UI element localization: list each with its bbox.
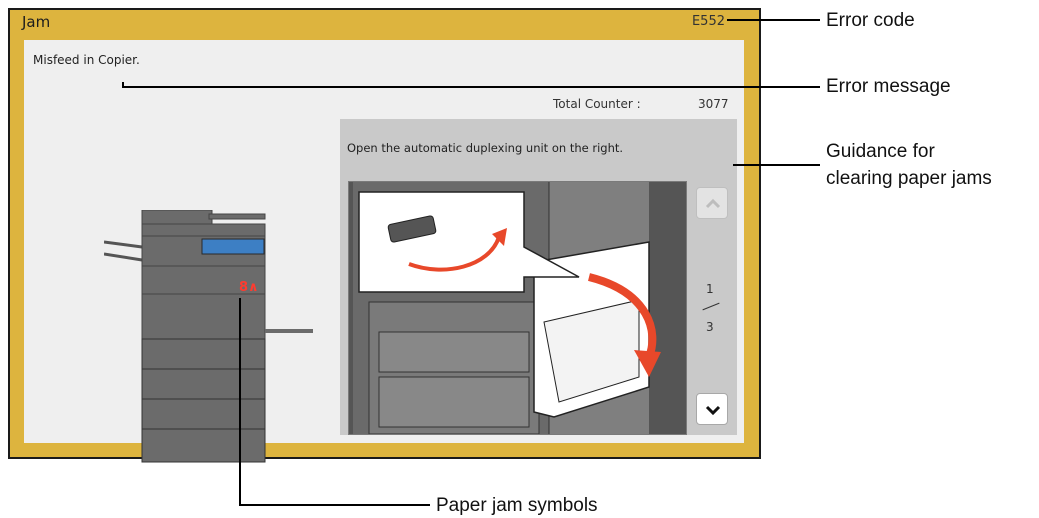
annotation-error-code: Error code [826,10,915,31]
annotation-error-message: Error message [826,76,951,97]
annotation-guidance-line2: clearing paper jams [826,168,992,189]
annotation-guidance-line1: Guidance for [826,141,935,162]
annotation-jam-symbols: Paper jam symbols [436,495,598,516]
